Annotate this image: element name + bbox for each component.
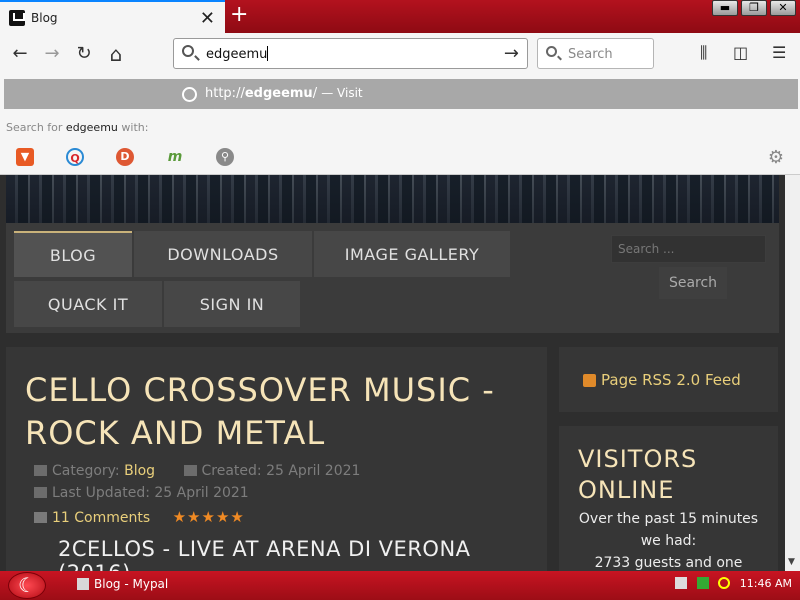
article-category: Category: Blog Created: 25 April 2021 bbox=[34, 463, 360, 479]
search-icon bbox=[182, 45, 194, 57]
url-bar[interactable]: edgeemu → bbox=[173, 38, 528, 69]
site-search-button[interactable]: Search bbox=[659, 267, 727, 299]
site-search-input[interactable]: Search ... bbox=[611, 235, 766, 263]
url-input-value[interactable]: edgeemu bbox=[206, 47, 267, 62]
folder-icon bbox=[34, 465, 47, 476]
taskbar-item-label: Blog - Mypal bbox=[94, 577, 169, 591]
search-for-label: Search for edgeemu with: bbox=[6, 121, 148, 134]
minimize-button[interactable]: ▬ bbox=[712, 0, 738, 16]
visitors-line-1: Over the past 15 minutes bbox=[578, 511, 759, 527]
suggestion-domain: edgeemu bbox=[244, 86, 313, 101]
category-link[interactable]: Blog bbox=[124, 463, 155, 479]
tab-title: Blog bbox=[31, 10, 58, 25]
system-tray: 11:46 AM bbox=[675, 577, 792, 590]
mypal-app-icon bbox=[77, 578, 89, 590]
search-for-query: edgeemu bbox=[65, 121, 118, 134]
rss-feed-box: Page RSS 2.0 Feed bbox=[559, 347, 778, 412]
new-tab-button[interactable]: + bbox=[230, 2, 248, 27]
site-menu-panel: BLOG DOWNLOADS IMAGE GALLERY QUACK IT SI… bbox=[6, 223, 779, 333]
search-tray-icon[interactable] bbox=[718, 577, 731, 589]
duckduckgo-icon[interactable]: D bbox=[116, 148, 134, 166]
article-comments: 11 Comments ★★★★★ bbox=[34, 508, 245, 526]
search-for-prefix: Search for bbox=[6, 121, 63, 134]
scroll-down-arrow-icon[interactable]: ▼ bbox=[788, 557, 795, 567]
tab-strip: Blog ✕ + ▬ ❐ ✕ bbox=[0, 0, 800, 33]
rss-feed-link[interactable]: Page RSS 2.0 Feed bbox=[601, 371, 741, 389]
start-button[interactable] bbox=[8, 572, 46, 599]
visitors-line-3: 2733 guests and one bbox=[594, 555, 743, 571]
search-for-suffix: with: bbox=[121, 121, 149, 134]
globe-icon bbox=[182, 87, 197, 102]
text-caret bbox=[267, 46, 269, 61]
qwant-icon[interactable]: Q bbox=[66, 148, 84, 166]
menu-item-downloads[interactable]: DOWNLOADS bbox=[134, 231, 312, 277]
rating-stars[interactable]: ★★★★★ bbox=[173, 508, 245, 526]
suggestion-suffix: / bbox=[312, 86, 318, 101]
menu-item-sign-in[interactable]: SIGN IN bbox=[164, 281, 300, 327]
close-window-button[interactable]: ✕ bbox=[770, 0, 796, 16]
keyboard-icon[interactable] bbox=[675, 577, 688, 589]
navigation-toolbar: ← → ↻ ⌂ edgeemu → Search ⫼ ◫ ☰ bbox=[0, 33, 800, 75]
one-off-search-engines: ▼ Q D m ⚲ ⚙ bbox=[0, 145, 800, 173]
calendar-icon bbox=[34, 487, 47, 498]
updated-date: Last Updated: 25 April 2021 bbox=[52, 485, 249, 501]
visitors-online-box: VISITORS ONLINE Over the past 15 minutes… bbox=[559, 426, 778, 571]
visitors-title: VISITORS ONLINE bbox=[578, 445, 698, 504]
calendar-icon bbox=[183, 465, 197, 476]
article-subheading: 2CELLOS - LIVE AT ARENA DI VERONA (2016) bbox=[58, 537, 471, 571]
search-placeholder: Search bbox=[568, 47, 613, 62]
visit-suggestion[interactable]: http://edgeemu/ — Visit bbox=[4, 79, 798, 109]
visitors-line-2: we had: bbox=[640, 533, 697, 549]
network-icon[interactable] bbox=[696, 577, 709, 589]
maximize-button[interactable]: ❐ bbox=[741, 0, 767, 16]
article-card: CELLO CROSSOVER MUSIC - ROCK AND METAL C… bbox=[6, 347, 547, 571]
rss-icon bbox=[583, 374, 596, 387]
suggestion-prefix: http:// bbox=[205, 86, 245, 101]
sidebar-icon[interactable]: ◫ bbox=[733, 43, 748, 62]
tab-blog[interactable]: Blog ✕ bbox=[0, 0, 225, 33]
menu-item-blog[interactable]: BLOG bbox=[14, 231, 132, 277]
go-arrow-icon[interactable]: → bbox=[504, 43, 519, 64]
window-controls: ▬ ❐ ✕ bbox=[712, 0, 796, 16]
forward-button[interactable]: → bbox=[38, 41, 66, 67]
category-label: Category: bbox=[52, 463, 120, 479]
page-scrollbar[interactable]: ▼ bbox=[785, 175, 800, 571]
search-engine-icon[interactable]: ⚲ bbox=[216, 148, 234, 166]
comment-icon bbox=[34, 512, 47, 523]
back-button[interactable]: ← bbox=[6, 41, 34, 67]
library-icon[interactable]: ⫼ bbox=[700, 43, 707, 63]
created-date: Created: 25 April 2021 bbox=[201, 463, 361, 479]
web-page: BLOG DOWNLOADS IMAGE GALLERY QUACK IT SI… bbox=[0, 175, 785, 571]
menu-item-quack-it[interactable]: QUACK IT bbox=[14, 281, 162, 327]
comments-link[interactable]: 11 Comments bbox=[52, 510, 150, 526]
suggestion-action: — Visit bbox=[321, 86, 363, 100]
taskbar-item-mypal[interactable]: Blog - Mypal bbox=[77, 577, 168, 591]
mojeek-icon[interactable]: m bbox=[166, 148, 184, 166]
reload-button[interactable]: ↻ bbox=[70, 41, 98, 67]
close-tab-icon[interactable]: ✕ bbox=[200, 8, 215, 29]
home-button[interactable]: ⌂ bbox=[102, 41, 130, 67]
site-search-placeholder: Search ... bbox=[618, 242, 675, 256]
brave-icon[interactable]: ▼ bbox=[16, 148, 34, 166]
url-autocomplete-popup: http://edgeemu/ — Visit Search for edgee… bbox=[0, 75, 800, 175]
search-settings-gear-icon[interactable]: ⚙ bbox=[768, 147, 784, 168]
site-favicon-icon bbox=[9, 9, 25, 26]
hamburger-menu-icon[interactable]: ☰ bbox=[772, 43, 786, 62]
search-bar[interactable]: Search bbox=[537, 38, 654, 69]
article-title[interactable]: CELLO CROSSOVER MUSIC - ROCK AND METAL bbox=[25, 369, 525, 455]
menu-item-image-gallery[interactable]: IMAGE GALLERY bbox=[314, 231, 510, 277]
clock[interactable]: 11:46 AM bbox=[740, 577, 792, 590]
site-banner-image bbox=[6, 175, 779, 223]
search-icon bbox=[546, 46, 557, 57]
article-updated: Last Updated: 25 April 2021 bbox=[34, 485, 249, 501]
os-taskbar: Blog - Mypal 11:46 AM bbox=[0, 571, 800, 600]
